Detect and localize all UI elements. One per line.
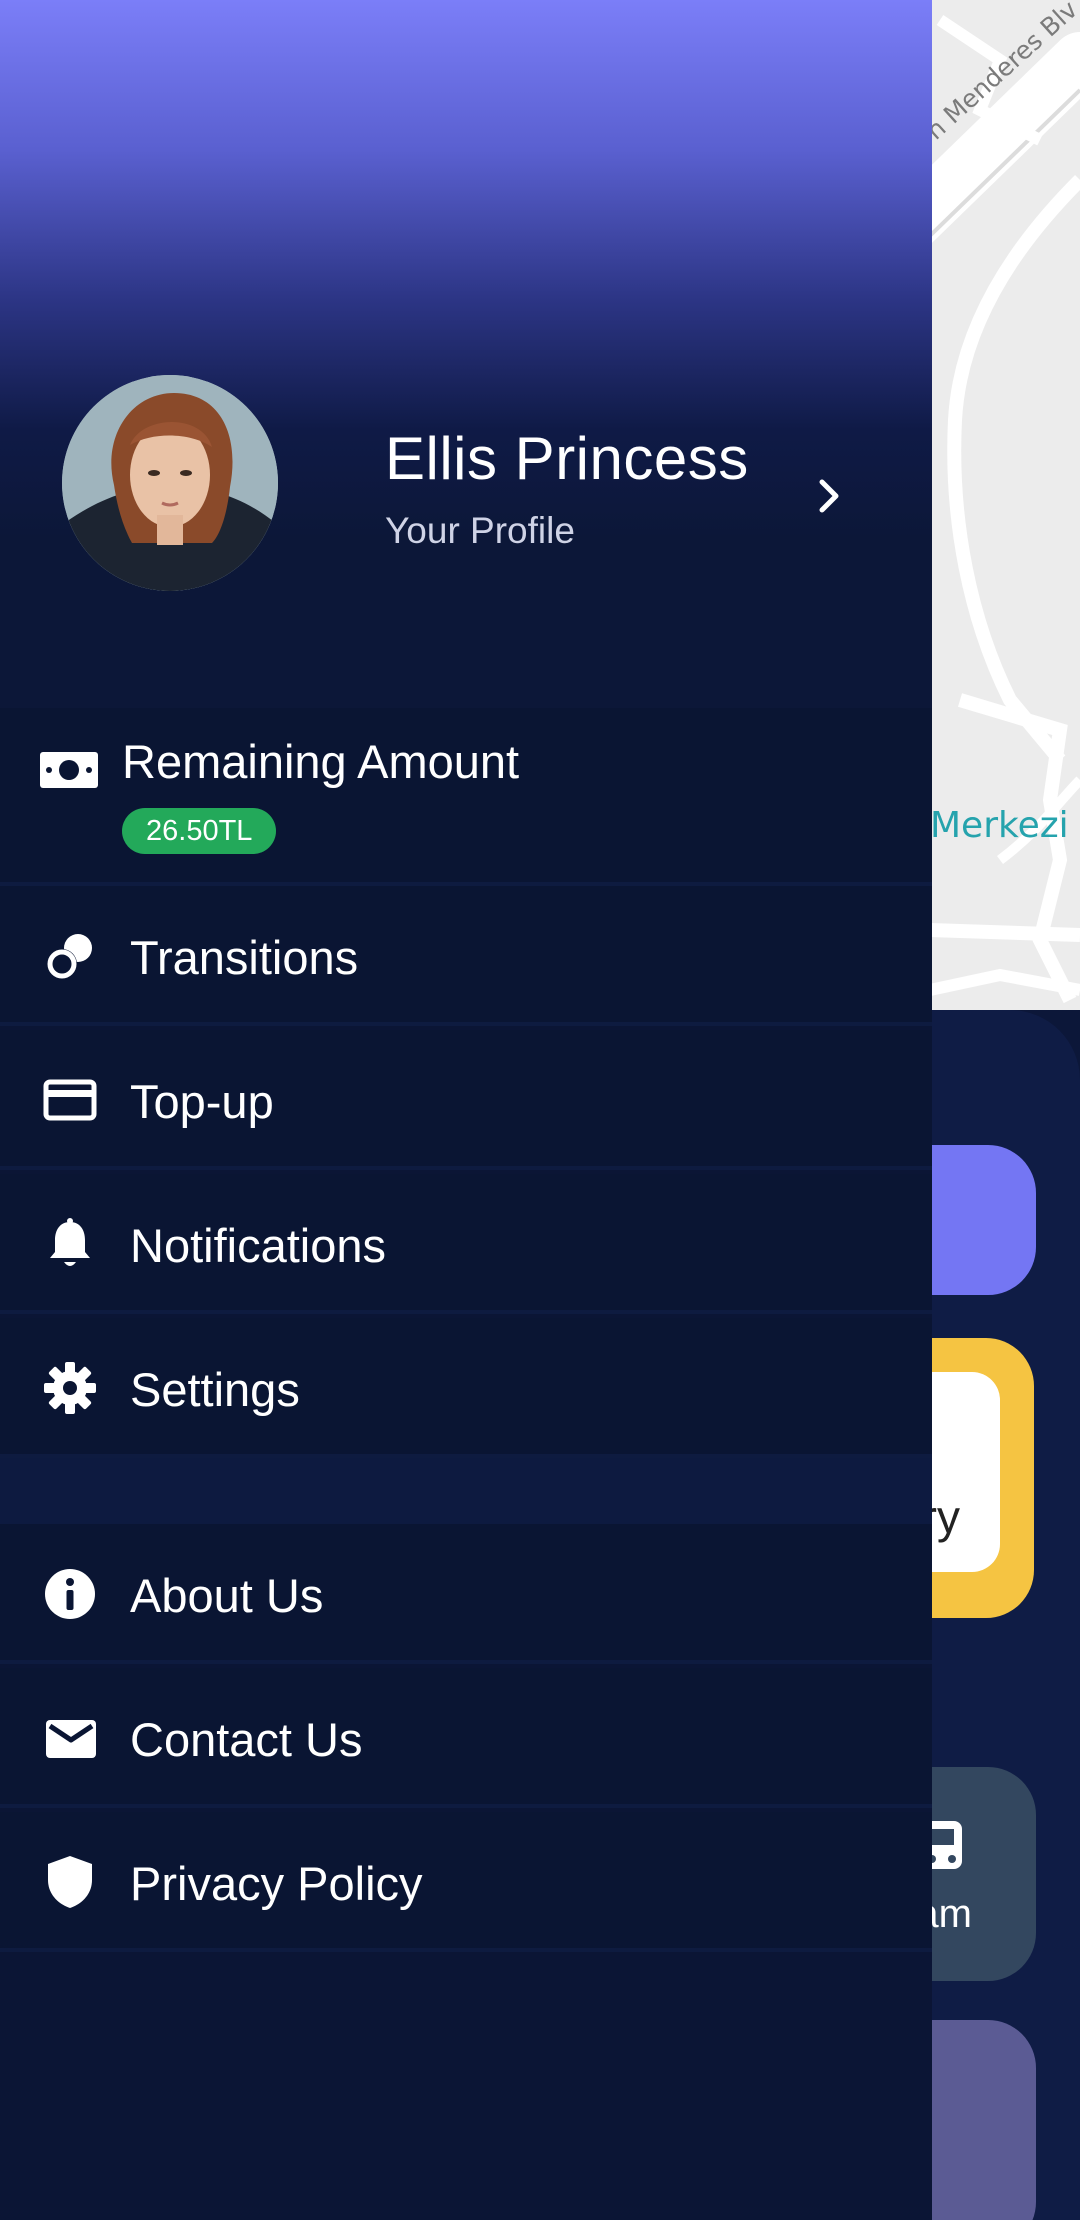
chevron-right-icon[interactable] bbox=[800, 466, 860, 526]
remaining-amount-badge: 26.50TL bbox=[122, 808, 277, 854]
menu-label-about: About Us bbox=[130, 1569, 324, 1622]
menu-section-divider bbox=[0, 1458, 932, 1524]
bell-icon bbox=[50, 1218, 90, 1266]
remaining-amount-row[interactable]: Remaining Amount 26.50TL bbox=[0, 708, 932, 886]
menu-item-about[interactable]: About Us bbox=[0, 1524, 932, 1664]
gear-icon bbox=[44, 1362, 96, 1414]
menu-item-transitions[interactable]: Transitions bbox=[0, 886, 932, 1026]
menu-item-topup[interactable]: Top-up bbox=[0, 1030, 932, 1170]
envelope-icon bbox=[46, 1720, 96, 1758]
menu-label-transitions: Transitions bbox=[130, 931, 359, 984]
menu-label-settings: Settings bbox=[130, 1363, 300, 1416]
profile-subtitle: Your Profile bbox=[385, 510, 575, 551]
menu-item-notifications[interactable]: Notifications bbox=[0, 1174, 932, 1314]
credit-card-icon bbox=[43, 1079, 97, 1121]
avatar-photo bbox=[62, 375, 278, 591]
menu-label-contact: Contact Us bbox=[130, 1713, 363, 1766]
menu-label-topup: Top-up bbox=[130, 1075, 274, 1128]
menu-label-notifications: Notifications bbox=[130, 1219, 386, 1272]
info-icon bbox=[45, 1569, 95, 1619]
menu-item-contact[interactable]: Contact Us bbox=[0, 1668, 932, 1808]
coins-icon bbox=[47, 934, 92, 979]
drawer-header[interactable]: Ellis Princess Your Profile bbox=[0, 0, 932, 708]
map-place-label: Merkezi bbox=[930, 805, 1069, 846]
menu-label-privacy: Privacy Policy bbox=[130, 1857, 423, 1910]
navigation-drawer: Ellis Princess Your Profile Remaining Am… bbox=[0, 0, 932, 2220]
screen: n Menderes Blv Merkezi ry am Ellis Princ… bbox=[0, 0, 1080, 2220]
money-bill-icon bbox=[40, 752, 98, 788]
shield-icon bbox=[48, 1856, 92, 1908]
avatar[interactable] bbox=[62, 375, 278, 591]
menu-item-settings[interactable]: Settings bbox=[0, 1318, 932, 1458]
profile-name: Ellis Princess bbox=[385, 425, 749, 492]
menu-item-privacy[interactable]: Privacy Policy bbox=[0, 1812, 932, 1952]
remaining-amount-label: Remaining Amount bbox=[122, 735, 520, 788]
